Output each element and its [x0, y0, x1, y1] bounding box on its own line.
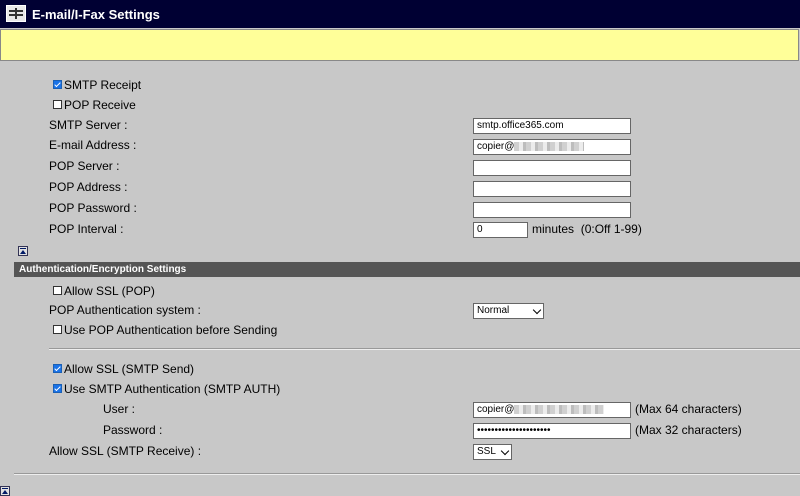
password-hint: (Max 32 characters) [635, 423, 742, 437]
pop-server-label: POP Server : [49, 159, 120, 173]
smtp-server-input[interactable]: smtp.office365.com [473, 118, 631, 134]
allow-ssl-smtp-send-row[interactable]: Allow SSL (SMTP Send) [53, 360, 194, 378]
chevron-down-icon [532, 305, 542, 315]
allow-ssl-pop-label: Allow SSL (POP) [64, 284, 155, 298]
use-smtp-auth-row[interactable]: Use SMTP Authentication (SMTP AUTH) [53, 380, 280, 398]
pop-interval-hint: (0:Off 1-99) [580, 222, 642, 236]
use-smtp-auth-label: Use SMTP Authentication (SMTP AUTH) [64, 382, 281, 396]
pop-address-input[interactable] [473, 181, 631, 197]
pop-auth-system-label: POP Authentication system : [49, 303, 201, 317]
title-bar: E-mail/I-Fax Settings [0, 0, 800, 28]
allow-ssl-pop-row[interactable]: Allow SSL (POP) [53, 282, 155, 300]
pop-auth-system-value: Normal [477, 305, 510, 316]
pop-interval-unit-text: minutes [532, 222, 575, 236]
use-pop-before-send-checkbox[interactable] [53, 325, 62, 335]
smtp-receipt-row[interactable]: SMTP Receipt [53, 76, 141, 94]
pop-receive-label: POP Receive [64, 98, 136, 112]
smtp-server-label: SMTP Server : [49, 118, 128, 132]
divider [49, 348, 800, 350]
redacted-domain [514, 141, 585, 151]
use-pop-before-send-row[interactable]: Use POP Authentication before Sending [53, 321, 277, 339]
auth-section-header: Authentication/Encryption Settings [14, 262, 800, 277]
bottom-divider [14, 473, 800, 475]
user-input[interactable]: copier@ [473, 402, 631, 418]
pop-auth-system-select[interactable]: Normal [473, 303, 544, 319]
allow-ssl-pop-checkbox[interactable] [53, 286, 62, 296]
allow-ssl-smtp-receive-label: Allow SSL (SMTP Receive) : [49, 444, 202, 458]
allow-ssl-smtp-send-label: Allow SSL (SMTP Send) [64, 362, 195, 376]
pop-server-input[interactable] [473, 160, 631, 176]
password-label: Password : [103, 423, 163, 437]
pop-receive-row[interactable]: POP Receive [53, 96, 136, 114]
allow-ssl-smtp-receive-value: SSL [477, 446, 496, 457]
allow-ssl-smtp-send-checkbox[interactable] [53, 364, 62, 374]
user-value: copier@ [477, 404, 515, 415]
smtp-receipt-label: SMTP Receipt [64, 78, 142, 92]
page-title: E-mail/I-Fax Settings [32, 7, 160, 22]
keyboard-icon [6, 5, 26, 22]
message-bar [0, 29, 799, 61]
use-pop-before-send-label: Use POP Authentication before Sending [64, 323, 278, 337]
pop-interval-input[interactable]: 0 [473, 222, 528, 238]
pop-password-label: POP Password : [49, 201, 137, 215]
email-address-input[interactable]: copier@ [473, 139, 631, 155]
pop-receive-checkbox[interactable] [53, 100, 62, 110]
redacted-user-domain [514, 404, 605, 414]
pop-interval-unit: minutes (0:Off 1-99) [532, 220, 642, 238]
email-address-value: copier@ [477, 141, 515, 152]
pop-password-input[interactable] [473, 202, 631, 218]
smtp-receipt-checkbox[interactable] [53, 80, 62, 90]
back-to-top-icon[interactable] [18, 246, 28, 256]
user-label: User : [103, 402, 136, 416]
user-hint: (Max 64 characters) [635, 402, 742, 416]
email-address-label: E-mail Address : [49, 138, 137, 152]
chevron-down-icon [500, 446, 510, 456]
allow-ssl-smtp-receive-select[interactable]: SSL [473, 444, 512, 460]
pop-interval-label: POP Interval : [49, 222, 124, 236]
pop-address-label: POP Address : [49, 180, 128, 194]
use-smtp-auth-checkbox[interactable] [53, 384, 62, 394]
password-input[interactable]: ••••••••••••••••••••• [473, 423, 631, 439]
